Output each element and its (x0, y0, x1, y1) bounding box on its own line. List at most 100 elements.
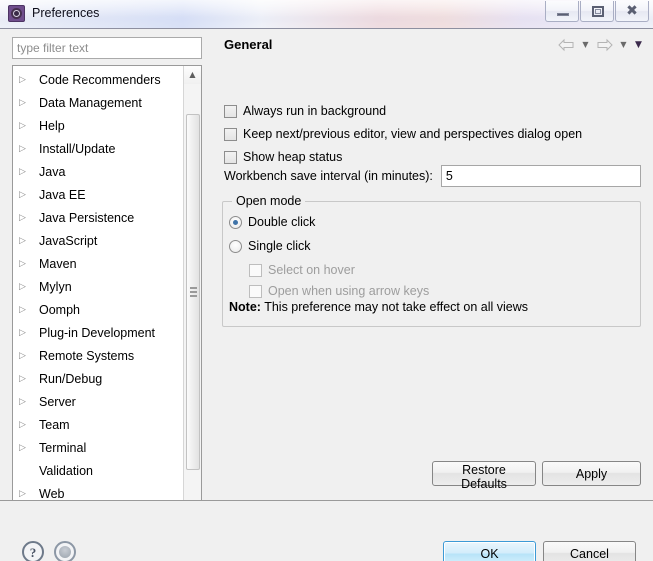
tree-item[interactable]: ▷ Oomph (13, 299, 183, 322)
minimize-button[interactable] (545, 1, 579, 22)
expand-arrow-icon[interactable]: ▷ (19, 161, 29, 184)
window-controls: ✖ (544, 1, 649, 23)
expand-arrow-icon[interactable]: ▷ (19, 115, 29, 138)
tree-item-label: Java Persistence (39, 211, 135, 225)
ok-button[interactable]: OK (443, 541, 536, 561)
expand-arrow-icon[interactable]: ▷ (19, 207, 29, 230)
close-button[interactable]: ✖ (615, 1, 649, 22)
expand-arrow-icon[interactable]: ▷ (19, 253, 29, 276)
tree-item-label: Run/Debug (39, 372, 103, 386)
tree-item-label: Java EE (39, 188, 86, 202)
tree-item-label: Java (39, 165, 66, 179)
forward-arrow-icon[interactable] (596, 38, 613, 52)
view-menu-chevron-icon[interactable]: ▼ (634, 38, 643, 52)
tree-item-label: Plug-in Development (39, 326, 156, 340)
filter-input[interactable] (12, 37, 202, 59)
expand-arrow-icon[interactable]: ▷ (19, 322, 29, 345)
scroll-up-icon[interactable]: ▲ (184, 66, 201, 84)
tree-item[interactable]: Validation (13, 460, 183, 483)
checkbox-label: Show heap status (243, 150, 343, 164)
tree-item[interactable]: ▷ JavaScript (13, 230, 183, 253)
checkbox-label: Select on hover (268, 263, 355, 277)
dialog-body: ▷Code Recommenders▷Data Management▷Help▷… (0, 29, 653, 561)
open-mode-group-title: Open mode (232, 194, 306, 208)
tree-item[interactable]: ▷ Plug-in Development (13, 322, 183, 345)
checkbox-label: Open when using arrow keys (268, 284, 430, 298)
tree-item-label: Web (39, 487, 65, 501)
radio-label: Double click (248, 215, 316, 229)
expand-arrow-icon[interactable]: ▷ (19, 299, 29, 322)
checkbox-always-run-in-background[interactable] (224, 104, 237, 118)
navigation-icons: ▼ ▼ ▼ (558, 38, 643, 52)
checkbox-open-when-using-arrow-keys (249, 284, 262, 298)
close-icon: ✖ (626, 3, 638, 19)
expand-arrow-icon[interactable]: ▷ (19, 437, 29, 460)
cancel-button[interactable]: Cancel (543, 541, 636, 561)
tree-item-label: Oomph (39, 303, 80, 317)
checkbox-row-keep-dialog-open[interactable]: Keep next/previous editor, view and pers… (224, 124, 582, 144)
workbench-save-interval-input[interactable] (440, 165, 641, 187)
radio-double-click[interactable] (229, 215, 242, 229)
preference-tree: ▷ Code Recommenders ▷ Data Management ▷ Help ▷… (12, 65, 202, 521)
radio-single-click[interactable] (229, 239, 242, 253)
tree-item[interactable]: ▷ Mylyn (13, 276, 183, 299)
tree-item[interactable]: ▷ Run/Debug (13, 368, 183, 391)
scrollbar-thumb[interactable] (186, 114, 200, 470)
tree-item[interactable]: ▷ Java Persistence (13, 207, 183, 230)
maximize-button[interactable] (580, 1, 614, 22)
tree-item-label: Install/Update (39, 142, 116, 156)
radio-label: Single click (248, 239, 311, 253)
scrollbar-grip-icon (190, 287, 197, 297)
help-icon[interactable]: ? (22, 541, 44, 561)
expand-arrow-icon[interactable]: ▷ (19, 414, 29, 437)
tree-item-label: Server (39, 395, 76, 409)
expand-arrow-icon[interactable]: ▷ (19, 368, 29, 391)
expand-arrow-icon[interactable]: ▷ (19, 391, 29, 414)
workbench-save-interval-row: Workbench save interval (in minutes): (224, 165, 641, 187)
page-title: General (224, 37, 273, 52)
back-arrow-icon[interactable] (558, 38, 575, 52)
preference-tree-list: ▷ Code Recommenders ▷ Data Management ▷ Help ▷… (13, 69, 183, 520)
tree-item[interactable]: ▷ Terminal (13, 437, 183, 460)
tree-item-label: Data Management (39, 96, 142, 110)
tree-item[interactable]: ▷ Help (13, 115, 183, 138)
tree-item[interactable]: ▷ Java EE (13, 184, 183, 207)
checkbox-show-heap-status[interactable] (224, 150, 237, 164)
apply-button[interactable]: Apply (542, 461, 641, 486)
tree-item[interactable]: ▷ Data Management (13, 92, 183, 115)
tree-item[interactable]: ▷ Remote Systems (13, 345, 183, 368)
preferences-dialog: Preferences ✖ ▷ Code Recommenders ▷ Data Ma… (0, 0, 653, 561)
tree-item[interactable]: ▷ Java (13, 161, 183, 184)
checkbox-label: Keep next/previous editor, view and pers… (243, 127, 583, 141)
tree-item[interactable]: ▷ Install/Update (13, 138, 183, 161)
expand-arrow-icon[interactable]: ▷ (19, 345, 29, 368)
tree-item[interactable]: ▷ Team (13, 414, 183, 437)
tree-item[interactable]: ▷ Maven (13, 253, 183, 276)
preferences-gear-icon (8, 5, 25, 22)
expand-arrow-icon[interactable]: ▷ (19, 230, 29, 253)
workbench-save-interval-label: Workbench save interval (in minutes): (224, 169, 433, 183)
expand-arrow-icon[interactable]: ▷ (19, 184, 29, 207)
tree-item[interactable]: ▷ Code Recommenders (13, 69, 183, 92)
open-mode-note: Note: This preference may not take effec… (229, 300, 528, 314)
window-title: Preferences (32, 6, 100, 20)
tree-item-label: Validation (39, 464, 93, 478)
tree-item-label: JavaScript (39, 234, 98, 248)
forward-history-chevron-icon[interactable]: ▼ (619, 38, 628, 52)
back-history-chevron-icon[interactable]: ▼ (581, 38, 590, 52)
checkbox-row-show-heap-status[interactable]: Show heap status (224, 147, 342, 167)
content-panel: General ▼ ▼ ▼ Always run in background K… (212, 29, 653, 497)
expand-arrow-icon[interactable]: ▷ (19, 138, 29, 161)
radio-row-single-click[interactable]: Single click (229, 239, 311, 253)
circle-icon[interactable] (54, 541, 76, 561)
tree-item[interactable]: ▷ Server (13, 391, 183, 414)
restore-defaults-button[interactable]: Restore Defaults (432, 461, 536, 491)
expand-arrow-icon[interactable]: ▷ (19, 69, 29, 92)
checkbox-select-on-hover (249, 263, 262, 277)
expand-arrow-icon[interactable]: ▷ (19, 92, 29, 115)
expand-arrow-icon[interactable]: ▷ (19, 276, 29, 299)
tree-scrollbar[interactable]: ▲ ▼ (183, 66, 201, 520)
checkbox-keep-dialog-open[interactable] (224, 127, 237, 141)
radio-row-double-click[interactable]: Double click (229, 215, 315, 229)
checkbox-row-always-run-in-background[interactable]: Always run in background (224, 101, 386, 121)
